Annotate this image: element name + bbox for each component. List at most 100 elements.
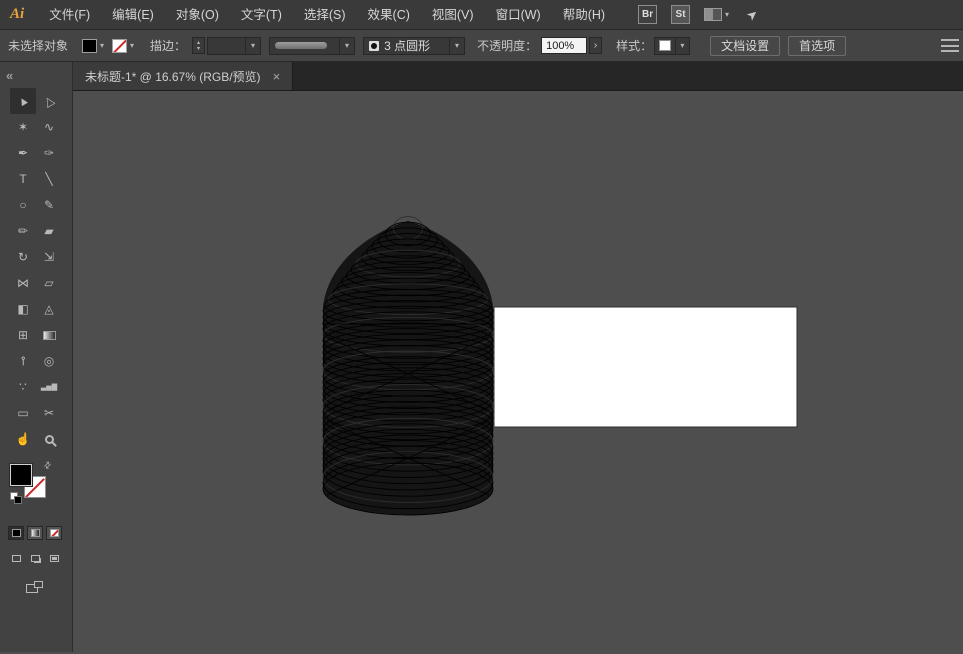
chevron-down-icon[interactable]: ▾ <box>130 42 134 50</box>
none-slash <box>112 39 127 52</box>
slice-tool[interactable]: ✂ <box>36 400 62 426</box>
canvas[interactable] <box>73 91 963 652</box>
stroke-weight-stepper[interactable]: ▴▾ <box>192 37 205 54</box>
none-button[interactable] <box>46 526 62 540</box>
free-transform-tool-icon: ▱ <box>44 277 53 289</box>
style-label: 样式： <box>616 37 652 54</box>
panel-options-icon[interactable] <box>941 39 959 52</box>
none-slash <box>50 529 59 537</box>
arrange-documents-icon[interactable] <box>704 8 722 21</box>
selection-tool[interactable]: ▲ <box>10 88 36 114</box>
screen-mode-button[interactable] <box>26 581 44 594</box>
swap-fill-stroke-icon[interactable]: ⇄ <box>41 459 54 472</box>
draw-normal-button[interactable] <box>8 552 25 565</box>
magic-wand-tool[interactable]: ✶ <box>10 114 36 140</box>
menu-item-object[interactable]: 对象(O) <box>165 0 230 29</box>
stepper-down-icon[interactable]: ▾ <box>197 46 200 52</box>
hand-tool[interactable]: ☝ <box>10 426 36 452</box>
draw-inside-button[interactable] <box>46 552 63 565</box>
curvature-tool[interactable]: ✑ <box>36 140 62 166</box>
menu-item-select[interactable]: 选择(S) <box>293 0 357 29</box>
scale-tool-icon: ⇲ <box>44 251 54 263</box>
lasso-tool[interactable]: ∿ <box>36 114 62 140</box>
column-graph-tool[interactable]: ▃▅▇ <box>36 374 62 400</box>
menu-item-file[interactable]: 文件(F) <box>38 0 101 29</box>
tab-title: 未标题-1* @ 16.67% (RGB/预览) <box>85 68 261 85</box>
close-icon[interactable]: × <box>273 70 281 83</box>
type-tool[interactable]: T <box>10 166 36 192</box>
pen-tool[interactable]: ✒ <box>10 140 36 166</box>
direct-selection-tool[interactable]: △ <box>36 88 62 114</box>
menu-bar: Ai 文件(F)编辑(E)对象(O)文字(T)选择(S)效果(C)视图(V)窗口… <box>0 0 963 30</box>
chevron-down-icon[interactable]: ▾ <box>100 42 104 50</box>
stroke-weight-dropdown[interactable]: ▾ <box>207 37 261 55</box>
symbol-sprayer-tool[interactable]: ∵ <box>10 374 36 400</box>
app-logo[interactable]: Ai <box>0 6 38 23</box>
type-tool-icon: T <box>19 173 26 185</box>
line-segment-tool[interactable]: ╲ <box>36 166 62 192</box>
style-swatch <box>659 40 671 51</box>
opacity-more-button[interactable]: › <box>589 37 602 54</box>
chevron-down-icon[interactable]: ▾ <box>245 38 260 54</box>
pencil-tool[interactable]: ✏ <box>10 218 36 244</box>
width-tool[interactable]: ⋈ <box>10 270 36 296</box>
menu-item-effect[interactable]: 效果(C) <box>357 0 421 29</box>
ellipse-tool[interactable]: ○ <box>10 192 36 218</box>
stroke-color-swatch[interactable] <box>112 39 127 53</box>
stock-badge[interactable]: St <box>671 5 690 24</box>
artboard-tool[interactable]: ▭ <box>10 400 36 426</box>
gradient-tool[interactable] <box>36 322 62 348</box>
scale-tool[interactable]: ⇲ <box>36 244 62 270</box>
rotate-tool[interactable]: ↻ <box>10 244 36 270</box>
paintbrush-tool[interactable]: ✎ <box>36 192 62 218</box>
eraser-tool[interactable]: ▰ <box>36 218 62 244</box>
chevron-down-icon[interactable]: ▾ <box>339 38 354 54</box>
arrange-pane <box>705 9 713 20</box>
width-tool-icon: ⋈ <box>17 277 29 289</box>
document-tab[interactable]: 未标题-1* @ 16.67% (RGB/预览) × <box>73 62 293 90</box>
paintbrush-tool-icon: ✎ <box>44 199 54 211</box>
brush-definition-dropdown[interactable]: 3 点圆形 ▾ <box>363 37 465 55</box>
panel-collapse-icon[interactable]: « <box>6 68 13 83</box>
free-transform-tool[interactable]: ▱ <box>36 270 62 296</box>
hand-tool-icon: ☝ <box>16 433 31 445</box>
blend-artwork[interactable] <box>322 217 493 515</box>
pen-tool-icon: ✒ <box>18 147 28 159</box>
stroke-swatch-group: ▾ <box>112 39 134 53</box>
menu-item-edit[interactable]: 编辑(E) <box>101 0 165 29</box>
opacity-value: 100% <box>546 40 574 52</box>
tools-grid: ▲△✶∿ ✒ ✑ T ╲○ ✎ ✏▰↻ ⇲ ⋈ ▱ ◧ ◬⊞⊸◎ ∵ ▃▅▇ ▭✂ ☝ <box>10 88 62 452</box>
eyedropper-tool[interactable]: ⊸ <box>10 348 36 374</box>
color-button[interactable] <box>8 526 24 540</box>
document-setup-button[interactable]: 文档设置 <box>710 36 780 56</box>
menu-item-type[interactable]: 文字(T) <box>230 0 293 29</box>
column-graph-tool-icon: ▃▅▇ <box>41 384 57 391</box>
fill-color-box[interactable] <box>10 464 32 486</box>
shape-builder-tool-icon: ◧ <box>17 303 28 315</box>
shape-builder-tool[interactable]: ◧ <box>10 296 36 322</box>
width-profile-dropdown[interactable]: ▾ <box>269 37 355 55</box>
sync-icon[interactable]: ➤ <box>743 5 762 24</box>
chevron-down-icon[interactable]: ▾ <box>725 11 729 19</box>
preferences-button[interactable]: 首选项 <box>788 36 846 56</box>
stroke-weight-label: 描边： <box>150 37 186 54</box>
blend-tool[interactable]: ◎ <box>36 348 62 374</box>
fill-color-swatch[interactable] <box>82 39 97 53</box>
chevron-down-icon[interactable]: ▾ <box>675 38 689 54</box>
menu-item-window[interactable]: 窗口(W) <box>485 0 552 29</box>
drawing-mode-buttons <box>8 552 72 565</box>
symbol-sprayer-tool-icon: ∵ <box>19 381 27 393</box>
menu-item-view[interactable]: 视图(V) <box>421 0 485 29</box>
white-rectangle[interactable] <box>494 307 797 427</box>
gradient-button[interactable] <box>27 526 43 540</box>
bridge-badge[interactable]: Br <box>638 5 657 24</box>
opacity-input[interactable]: 100% <box>541 37 587 54</box>
style-dropdown[interactable]: ▾ <box>654 37 690 55</box>
menu-item-help[interactable]: 帮助(H) <box>552 0 616 29</box>
mesh-tool[interactable]: ⊞ <box>10 322 36 348</box>
perspective-grid-tool[interactable]: ◬ <box>36 296 62 322</box>
zoom-tool[interactable] <box>36 426 62 452</box>
default-colors-icon[interactable] <box>10 492 22 504</box>
chevron-down-icon[interactable]: ▾ <box>449 38 464 54</box>
draw-behind-button[interactable] <box>27 552 44 565</box>
